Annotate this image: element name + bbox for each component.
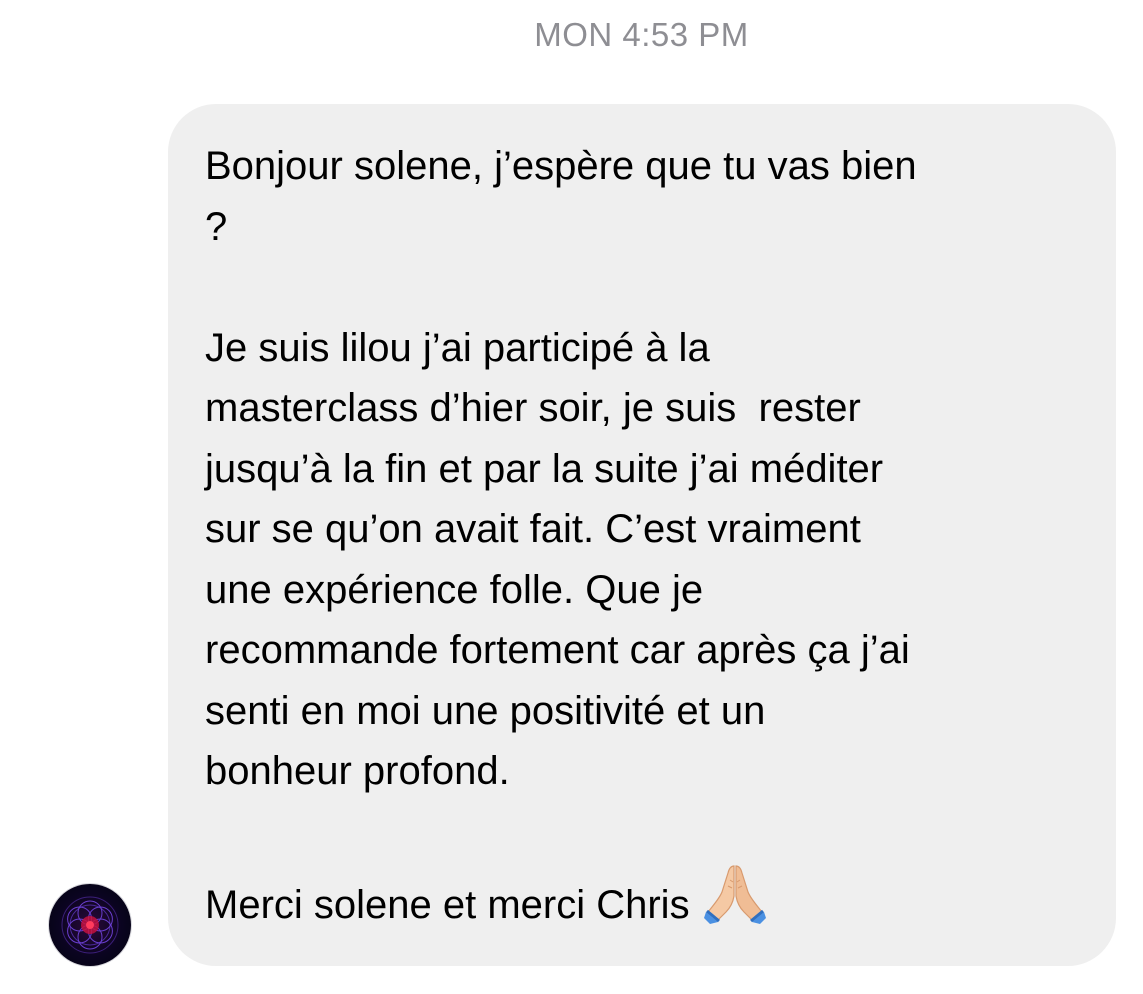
- message-line: sur se qu’on avait fait. C’est vraiment: [205, 507, 861, 551]
- message-line: bonheur profond.: [205, 749, 510, 793]
- message-line: ?: [205, 204, 228, 249]
- message-line: une expérience folle. Que je: [205, 567, 704, 612]
- message-line: Je suis lilou j’ai participé à la: [205, 325, 710, 370]
- message-bubble[interactable]: Bonjour solene, j’espère que tu vas bien…: [168, 104, 1116, 966]
- mandala-avatar-icon: [61, 896, 119, 954]
- message-closing: Merci solene et merci Chris: [205, 883, 690, 927]
- message-line: masterclass d’hier soir, je suis rester: [205, 386, 861, 430]
- message-line: senti en moi une positivité et un: [205, 688, 766, 733]
- message-text: Bonjour solene, j’espère que tu vas bien…: [205, 136, 1085, 936]
- incoming-message-row: Bonjour solene, j’espère que tu vas bien…: [0, 0, 1143, 994]
- folded-hands-emoji: [703, 862, 766, 924]
- message-line: Bonjour solene, j’espère que tu vas bien: [205, 144, 917, 188]
- message-line: recommande fortement car après ça j’ai: [205, 628, 910, 672]
- message-line: jusqu’à la fin et par la suite j’ai médi…: [205, 446, 884, 491]
- sender-avatar[interactable]: [49, 884, 131, 966]
